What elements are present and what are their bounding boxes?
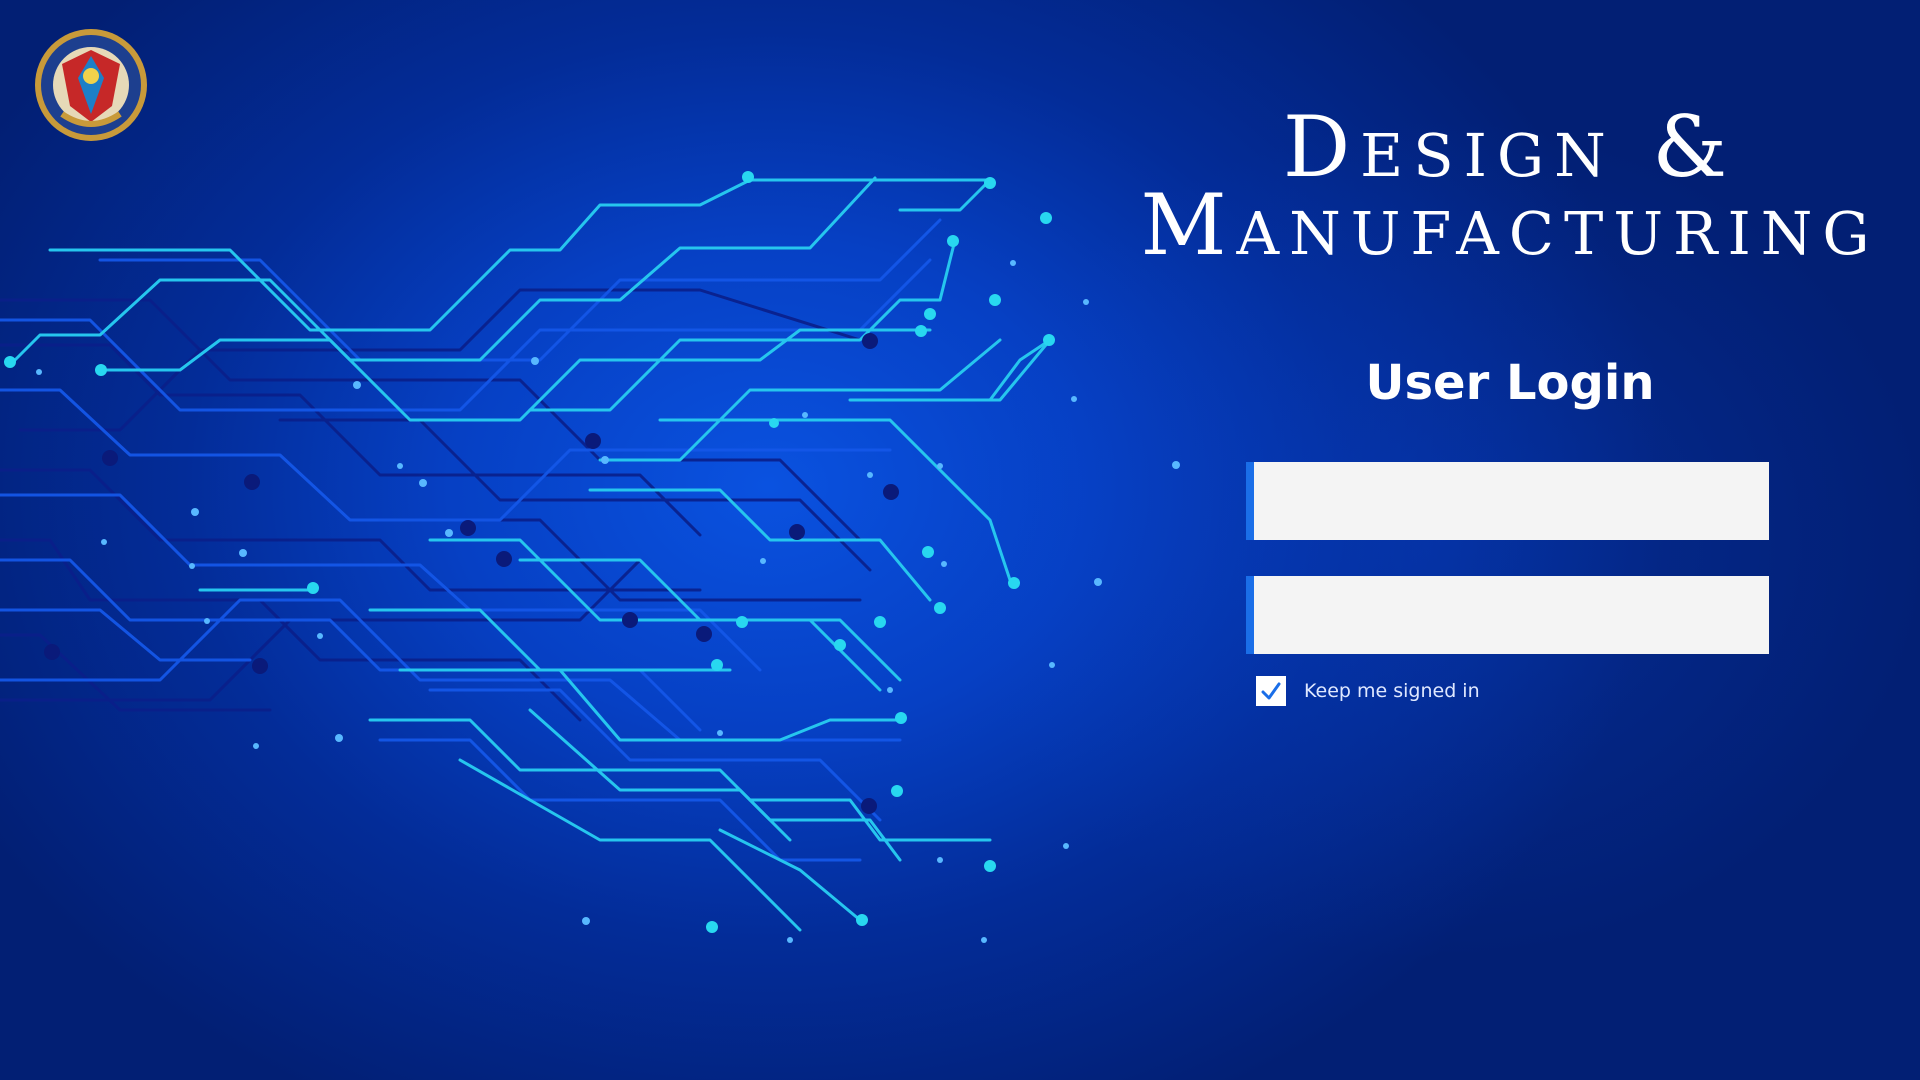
login-heading: User Login [1365,355,1655,411]
check-icon [1261,682,1281,700]
app-title: Design & Manufacturing [1100,105,1920,274]
password-input[interactable] [1246,576,1769,654]
app-title-line2: Manufacturing [1140,176,1880,274]
keep-signed-in-option[interactable]: Keep me signed in [1256,676,1480,706]
keep-signed-in-label: Keep me signed in [1304,680,1480,702]
institute-logo [32,26,150,144]
keep-signed-in-checkbox[interactable] [1256,676,1286,706]
username-input[interactable] [1246,462,1769,540]
